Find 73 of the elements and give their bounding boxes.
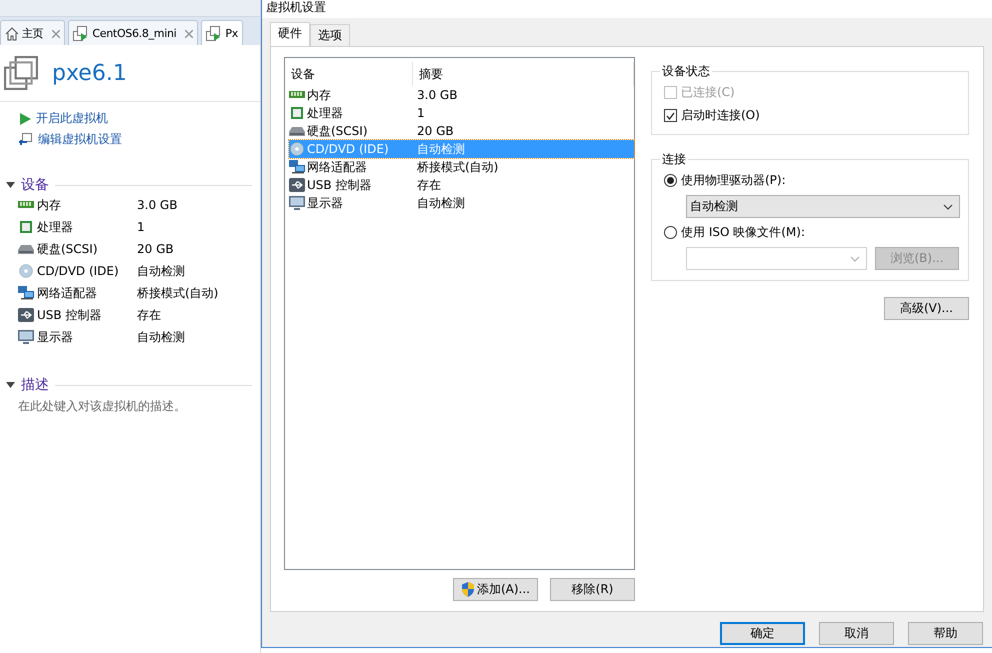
column-header[interactable]: 摘要 [413,62,634,86]
device-row[interactable]: 显示器 自动检测 [289,194,634,212]
add-button[interactable]: 添加(A)... [453,578,538,601]
device-summary: 存在 [137,306,162,324]
section-title: 描述 [21,376,49,394]
virtual-machine-icon [4,56,38,90]
device-name: 网络适配器 [37,284,97,302]
device-row[interactable]: 硬盘(SCSI) 20 GB [289,122,634,140]
monitor-icon [289,196,305,210]
device-row[interactable]: 网络适配器 桥接模式(自动) [289,158,634,176]
dialog-button[interactable]: 帮助 [908,622,983,645]
checkbox-option[interactable]: 启动时连接(O) [664,107,960,124]
group-title: 连接 [661,151,687,168]
virtual-machine-play-icon [206,26,222,42]
device-row[interactable]: USB 控制器 存在 [289,176,634,194]
group-title: 设备状态 [661,63,711,80]
device-name: 硬盘(SCSI) [37,240,98,258]
disc-icon [289,142,305,156]
device-summary: 3.0 GB [137,198,178,212]
iso-file-select[interactable] [686,247,867,270]
disc-icon [18,264,34,278]
vm-name: pxe6.1 [52,60,127,86]
shield-icon [460,582,475,597]
device-name: 内存 [37,196,61,214]
collapse-caret-icon[interactable] [6,382,15,388]
vm-tab[interactable]: 主页 [0,20,66,45]
device-summary: 桥接模式(自动) [137,284,220,302]
home-icon [5,26,19,40]
play-icon [18,112,32,126]
device-name: 处理器 [37,218,73,236]
network-icon [289,160,305,174]
settings-icon [18,132,34,146]
chip-icon [18,220,34,234]
dialog-tab[interactable]: 硬件 [270,22,310,46]
device-summary: 自动检测 [137,262,186,280]
remove-button[interactable]: 移除(R) [550,578,635,601]
device-name: USB 控制器 [37,306,102,324]
device-name: 显示器 [37,328,73,346]
close-icon[interactable] [52,30,60,38]
action-link[interactable]: 开启此虚拟机 [18,110,260,127]
drive-select[interactable]: 自动检测 [686,195,960,218]
device-row[interactable]: 内存 3.0 GB [289,86,634,104]
action-link[interactable]: 编辑虚拟机设置 [18,131,260,148]
dropdown-chevron-icon [850,256,860,262]
usb-icon [18,308,34,322]
advanced-button[interactable]: 高级(V)... [884,297,969,320]
device-summary: 自动检测 [137,328,186,346]
monitor-icon [18,330,34,344]
dropdown-chevron-icon [943,204,953,210]
radio-option[interactable]: 使用物理驱动器(P): [664,172,960,189]
device-summary: 1 [137,220,146,234]
collapse-caret-icon[interactable] [6,182,15,188]
dialog-button[interactable]: 取消 [819,622,894,645]
device-name: CD/DVD (IDE) [37,264,119,278]
device-summary: 20 GB [137,242,175,256]
dialog-title: 虚拟机设置 [262,0,992,18]
device-row[interactable]: 处理器 1 [289,104,634,122]
description-hint[interactable]: 在此处键入对该虚拟机的描述。 [6,394,252,415]
hard-drive-icon [18,242,34,256]
column-header[interactable]: 设备 [285,62,413,86]
dialog-button[interactable]: 确定 [720,622,805,645]
vm-tab[interactable]: Px [201,20,243,45]
network-icon [18,286,34,300]
vm-tab[interactable]: CentOS6.8_mini [68,20,198,45]
hard-drive-icon [289,124,305,138]
virtual-machine-play-icon [73,26,90,42]
chip-icon [289,106,305,120]
close-icon[interactable] [185,30,194,38]
radio-option[interactable]: 使用 ISO 映像文件(M): [664,224,960,241]
section-title: 设备 [21,176,49,194]
usb-icon [289,178,305,192]
dialog-tab[interactable]: 选项 [310,24,350,46]
check-icon [666,112,675,120]
